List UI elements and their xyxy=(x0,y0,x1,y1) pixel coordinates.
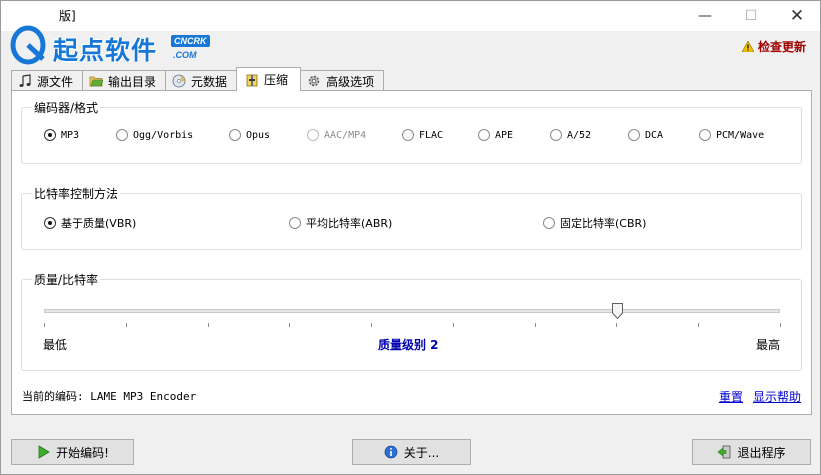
radio-dca[interactable]: DCA xyxy=(628,129,663,141)
radio-opus[interactable]: Opus xyxy=(229,129,270,141)
compression-panel: 编码器/格式 MP3 Ogg/Vorbis Opus AAC/MP4 FLAC xyxy=(11,90,812,415)
tab-advanced[interactable]: 高级选项 xyxy=(300,70,385,91)
exit-button[interactable]: 退出程序 xyxy=(692,439,811,465)
quality-slider-thumb[interactable] xyxy=(611,303,623,319)
slider-tick xyxy=(289,323,290,327)
radio-mp3[interactable]: MP3 xyxy=(44,129,79,141)
start-encoding-button[interactable]: 开始编码! xyxy=(11,439,134,465)
exit-door-icon xyxy=(718,445,731,459)
about-button[interactable]: 关于... xyxy=(352,439,471,465)
radio-indicator xyxy=(44,217,56,229)
tab-compression[interactable]: 压缩 xyxy=(236,67,302,91)
radio-a52[interactable]: A/52 xyxy=(550,129,591,141)
warning-icon xyxy=(742,41,754,52)
quality-slider-track[interactable] xyxy=(44,309,780,313)
quality-level-label: 质量级别 2 xyxy=(378,338,439,352)
radio-indicator xyxy=(116,129,128,141)
radio-aac-mp4: AAC/MP4 xyxy=(307,129,366,141)
slider-tick xyxy=(371,323,372,327)
info-icon xyxy=(384,445,398,459)
radio-vbr[interactable]: 基于质量(VBR) xyxy=(44,215,136,231)
radio-label: 基于质量(VBR) xyxy=(61,217,137,230)
exit-button-label: 退出程序 xyxy=(737,445,786,460)
play-icon xyxy=(38,445,50,459)
radio-indicator xyxy=(550,129,562,141)
current-encoder-text: 当前的编码: LAME MP3 Encoder xyxy=(22,390,197,403)
radio-label: 固定比特率(CBR) xyxy=(560,217,647,230)
slider-tick xyxy=(616,323,617,327)
logo-ring-icon xyxy=(10,25,46,65)
metadata-disc-icon xyxy=(172,74,186,88)
main-window: 版] — ☐ ✕ 起点软件 CNCRK .COM 检查更新 源文件 输出目录 元… xyxy=(0,0,821,475)
radio-indicator xyxy=(229,129,241,141)
reset-link[interactable]: 重置 xyxy=(719,388,743,405)
encoder-format-group: 编码器/格式 MP3 Ogg/Vorbis Opus AAC/MP4 FLAC xyxy=(21,99,802,164)
radio-indicator xyxy=(478,129,490,141)
tab-label: 元数据 xyxy=(191,74,228,89)
slider-tick xyxy=(44,323,45,327)
radio-label: AAC/MP4 xyxy=(324,129,367,141)
tab-label: 压缩 xyxy=(264,73,289,87)
slider-min-label: 最低 xyxy=(43,338,68,352)
tab-label: 输出目录 xyxy=(108,74,157,89)
site-logo: 起点软件 CNCRK .COM xyxy=(5,23,215,69)
tab-output-dir[interactable]: 输出目录 xyxy=(82,70,167,91)
bitrate-control-group: 比特率控制方法 基于质量(VBR) 平均比特率(ABR) 固定比特率(CBR) xyxy=(21,185,802,250)
window-title: 版] xyxy=(59,9,76,23)
slider-tick xyxy=(698,323,699,327)
radio-label: MP3 xyxy=(61,129,80,141)
logo-domain: .COM xyxy=(173,50,197,60)
radio-label: A/52 xyxy=(567,129,592,141)
radio-indicator xyxy=(628,129,640,141)
start-button-label: 开始编码! xyxy=(56,445,109,460)
radio-ogg-vorbis[interactable]: Ogg/Vorbis xyxy=(116,129,193,141)
radio-indicator xyxy=(44,129,56,141)
encoder-group-title: 编码器/格式 xyxy=(32,99,101,116)
slider-tick xyxy=(780,323,781,327)
tab-label: 高级选项 xyxy=(326,74,375,89)
radio-label: DCA xyxy=(645,129,664,141)
check-update-link[interactable]: 检查更新 xyxy=(742,38,806,55)
radio-label: Opus xyxy=(246,129,271,141)
slider-tick xyxy=(126,323,127,327)
logo-badge: CNCRK xyxy=(171,35,210,47)
radio-indicator xyxy=(699,129,711,141)
bitrate-group-title: 比特率控制方法 xyxy=(32,185,121,202)
tab-strip: 源文件 输出目录 元数据 压缩 高级选项 xyxy=(11,67,385,91)
slider-tick xyxy=(535,323,536,327)
about-button-label: 关于... xyxy=(403,445,440,460)
compress-icon xyxy=(246,74,258,86)
tab-metadata[interactable]: 元数据 xyxy=(165,70,238,91)
radio-flac[interactable]: FLAC xyxy=(402,129,443,141)
radio-indicator xyxy=(307,129,319,141)
radio-label: APE xyxy=(495,129,514,141)
slider-tick xyxy=(208,323,209,327)
minimize-button[interactable]: — xyxy=(682,1,728,31)
radio-indicator xyxy=(289,217,301,229)
slider-max-label: 最高 xyxy=(756,338,781,352)
show-help-link[interactable]: 显示帮助 xyxy=(753,388,801,405)
folder-icon xyxy=(89,76,104,87)
tab-source-files[interactable]: 源文件 xyxy=(11,70,84,91)
quality-group-title: 质量/比特率 xyxy=(32,271,101,288)
radio-label: PCM/Wave xyxy=(716,129,765,141)
radio-label: Ogg/Vorbis xyxy=(133,129,194,141)
radio-cbr[interactable]: 固定比特率(CBR) xyxy=(543,215,646,231)
close-button[interactable]: ✕ xyxy=(774,1,820,31)
check-update-label: 检查更新 xyxy=(758,40,807,54)
radio-indicator xyxy=(543,217,555,229)
music-note-icon xyxy=(19,74,31,87)
slider-tick xyxy=(453,323,454,327)
logo-text: 起点软件 xyxy=(53,36,158,65)
radio-label: FLAC xyxy=(419,129,444,141)
radio-indicator xyxy=(402,129,414,141)
radio-label: 平均比特率(ABR) xyxy=(306,217,393,230)
tab-label: 源文件 xyxy=(37,74,74,89)
radio-ape[interactable]: APE xyxy=(478,129,513,141)
radio-abr[interactable]: 平均比特率(ABR) xyxy=(289,215,392,231)
gear-icon xyxy=(308,75,320,87)
maximize-button[interactable]: ☐ xyxy=(728,1,774,31)
radio-pcm-wave[interactable]: PCM/Wave xyxy=(699,129,764,141)
quality-bitrate-group: 质量/比特率 最低 质量级别 2 最高 xyxy=(21,271,802,371)
